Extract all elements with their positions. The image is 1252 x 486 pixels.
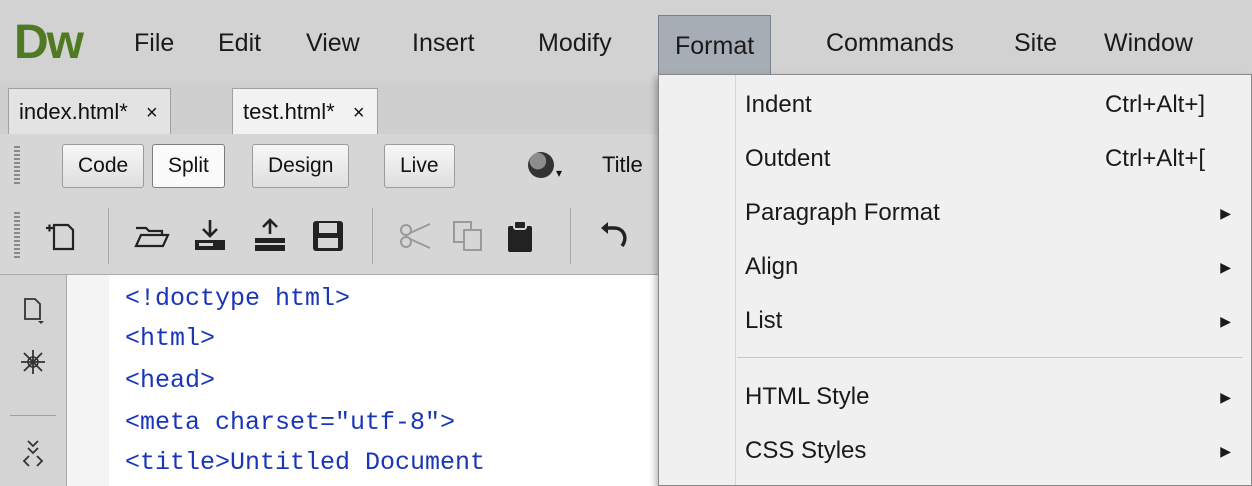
menu-item-label: Paragraph Format	[745, 199, 940, 226]
expand-all-icon[interactable]	[18, 437, 48, 467]
line-number-gutter	[67, 275, 109, 486]
tab-label: test.html*	[243, 99, 335, 124]
close-icon[interactable]: ×	[146, 102, 158, 124]
menu-item-css-styles[interactable]: CSS Styles ▶	[745, 427, 1245, 475]
menu-insert[interactable]: Insert	[412, 16, 475, 70]
toolbar-grip[interactable]	[14, 146, 20, 186]
submenu-arrow-icon: ▶	[1220, 389, 1231, 405]
menu-item-list[interactable]: List ▶	[745, 297, 1245, 345]
menu-item-label: Align	[745, 253, 799, 280]
menu-window[interactable]: Window	[1104, 16, 1193, 70]
tab-index-html[interactable]: index.html* ×	[8, 88, 171, 134]
submenu-arrow-icon: ▶	[1220, 313, 1231, 329]
shortcut-label: Ctrl+Alt+[	[1104, 145, 1205, 172]
shortcut-label: Ctrl+Alt+]	[1104, 91, 1205, 118]
menu-item-label: List	[745, 307, 783, 334]
code-view-button[interactable]: Code	[62, 144, 145, 188]
tab-label: index.html*	[19, 99, 128, 124]
undo-icon[interactable]	[594, 216, 634, 256]
submenu-arrow-icon: ▶	[1220, 205, 1231, 221]
menu-edit[interactable]: Edit	[218, 16, 261, 70]
menu-item-label: Indent	[745, 91, 812, 118]
submenu-arrow-icon: ▶	[1220, 443, 1231, 459]
menu-item-label: HTML Style	[745, 383, 870, 410]
code-line[interactable]: <!doctype html>	[125, 279, 350, 319]
menu-item-align[interactable]: Align ▶	[745, 243, 1245, 291]
menu-item-label: CSS Styles	[745, 437, 867, 464]
tab-test-html[interactable]: test.html* ×	[232, 88, 378, 134]
open-folder-icon[interactable]	[132, 216, 172, 256]
menu-item-outdent[interactable]: Outdent Ctrl+Alt+[	[745, 135, 1245, 183]
menu-item-label: Outdent	[745, 145, 831, 172]
toolbar-separator	[372, 208, 373, 264]
chevron-down-icon: ▾	[556, 166, 563, 180]
menu-item-paragraph-format[interactable]: Paragraph Format ▶	[745, 189, 1245, 237]
menu-bar: Dw File Edit View Insert Modify Format C…	[0, 0, 1252, 84]
toolbar-grip[interactable]	[14, 212, 20, 260]
code-line[interactable]: <title>Untitled Document	[125, 443, 485, 483]
code-line[interactable]: <html>	[125, 319, 215, 359]
toolbar-separator	[108, 208, 109, 264]
title-label: Title	[602, 152, 643, 177]
menu-item-html-style[interactable]: HTML Style ▶	[745, 373, 1245, 421]
paste-icon[interactable]	[500, 216, 540, 256]
copy-icon	[453, 221, 482, 251]
code-line[interactable]: <meta charset="utf-8">	[125, 403, 455, 443]
menu-file[interactable]: File	[134, 16, 174, 70]
menu-icon-column	[659, 75, 736, 485]
rail-separator	[10, 415, 56, 416]
close-icon[interactable]: ×	[353, 102, 365, 124]
browser-preview-icon[interactable]	[528, 152, 554, 178]
new-document-icon[interactable]	[42, 216, 82, 256]
submenu-arrow-icon: ▶	[1220, 259, 1231, 275]
menu-format[interactable]: Format	[658, 15, 772, 77]
cut-icon	[400, 223, 431, 249]
open-documents-icon[interactable]	[18, 295, 48, 325]
live-view-button[interactable]: Live	[384, 144, 455, 188]
menu-site[interactable]: Site	[1014, 16, 1057, 70]
toolbar-separator	[570, 208, 571, 264]
design-view-button[interactable]: Design	[252, 144, 350, 188]
collapse-tags-icon[interactable]	[18, 347, 48, 377]
format-menu-dropdown: Indent Ctrl+Alt+] Outdent Ctrl+Alt+[ Par…	[658, 74, 1252, 486]
menu-separator	[737, 357, 1243, 358]
dreamweaver-logo: Dw	[14, 16, 84, 69]
get-file-icon[interactable]	[190, 216, 230, 256]
menu-modify[interactable]: Modify	[538, 16, 612, 70]
code-line[interactable]: <head>	[125, 361, 215, 401]
put-file-icon[interactable]	[250, 216, 290, 256]
menu-view[interactable]: View	[306, 16, 360, 70]
save-icon[interactable]	[308, 216, 348, 256]
split-view-button[interactable]: Split	[152, 144, 225, 188]
coding-toolbar	[0, 275, 67, 486]
menu-item-indent[interactable]: Indent Ctrl+Alt+]	[745, 81, 1245, 129]
menu-commands[interactable]: Commands	[826, 16, 954, 70]
